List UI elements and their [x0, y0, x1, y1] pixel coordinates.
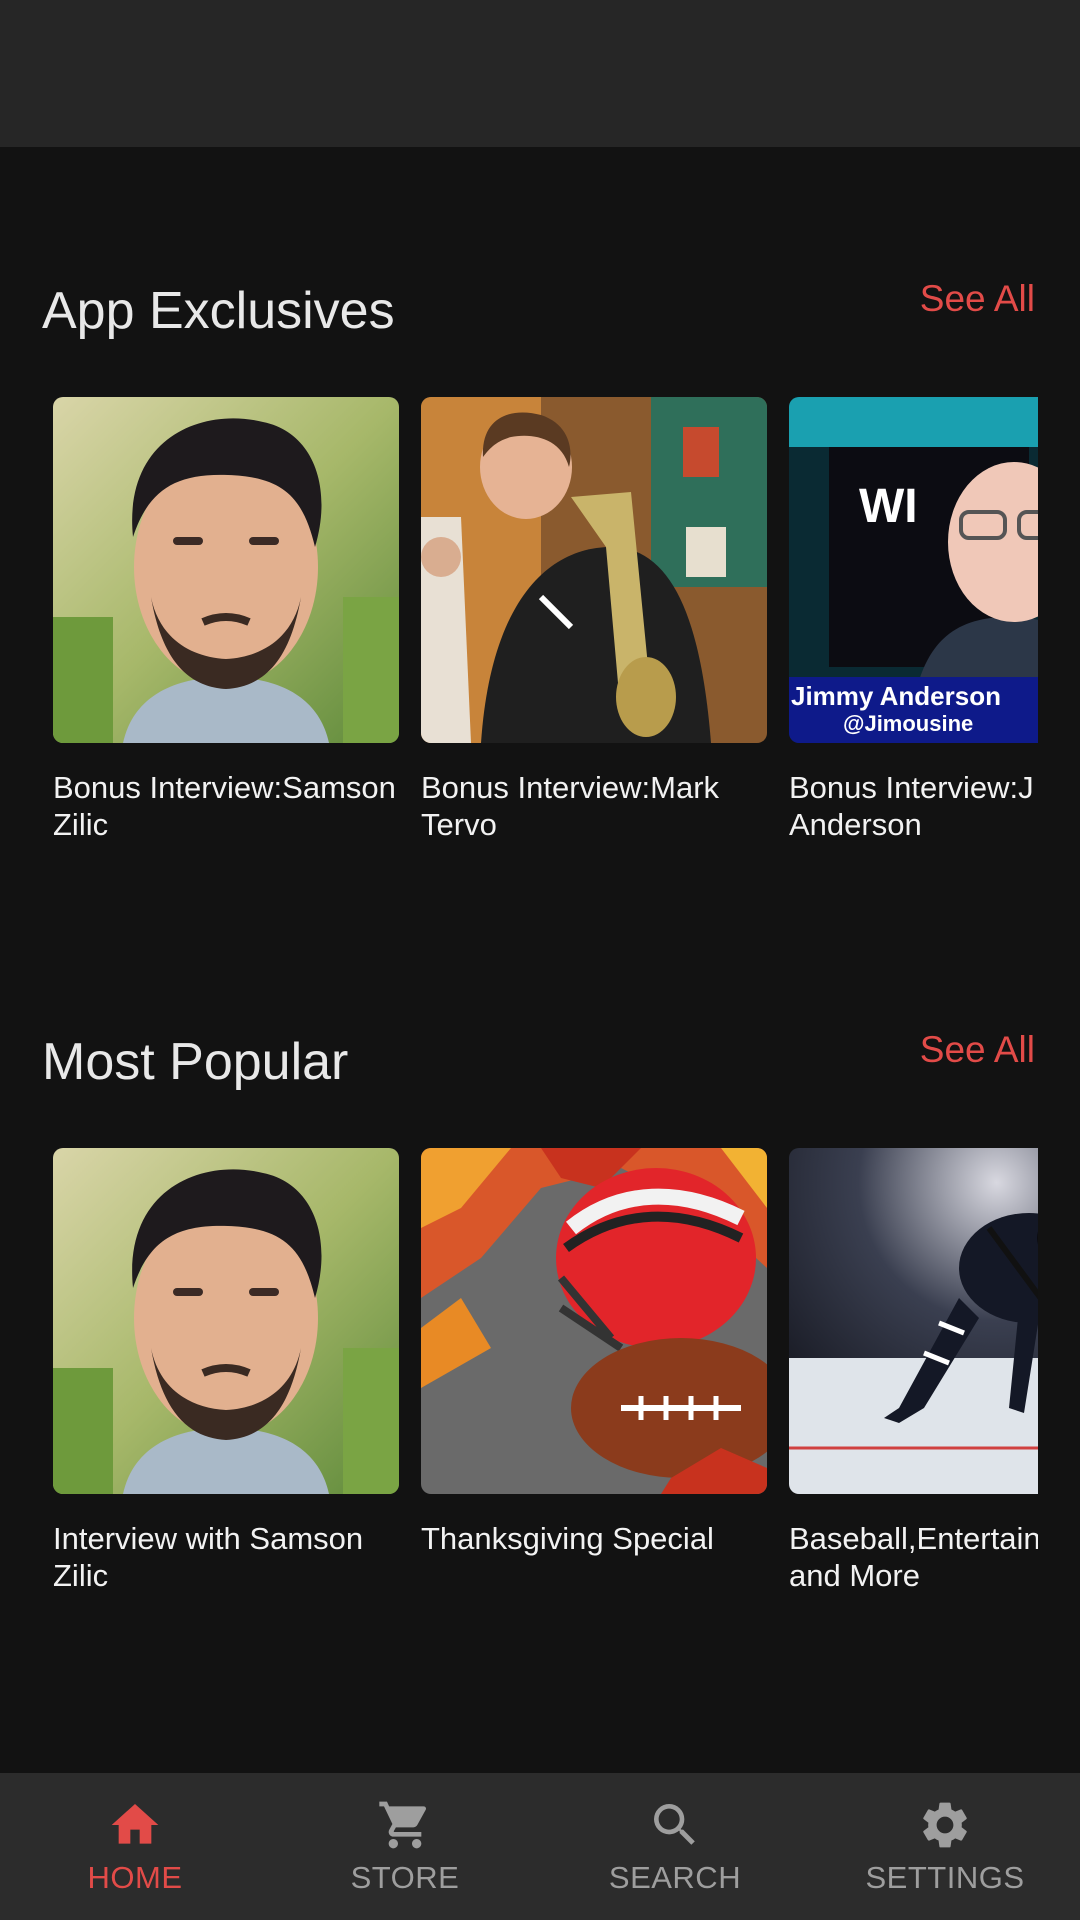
- svg-text:WI: WI: [859, 480, 918, 533]
- nav-settings-label: SETTINGS: [865, 1860, 1025, 1895]
- card-title: Bonus Interview:Samson Zilic: [53, 770, 396, 842]
- search-icon: [654, 1804, 695, 1845]
- thumbnail-image: WI Jimmy Anderson @Jimousine: [789, 397, 1038, 743]
- thumbnail-image: [789, 1148, 1038, 1494]
- gear-icon: [923, 1802, 967, 1848]
- nav-search-label: SEARCH: [608, 1860, 742, 1895]
- thumbnail-image: [53, 397, 399, 743]
- thumbnail-caption-handle: @Jimousine: [843, 711, 974, 736]
- nav-store-button[interactable]: STORE: [270, 1773, 540, 1920]
- video-card[interactable]: WI Jimmy Anderson @Jimousine Bonus Inter…: [789, 397, 1038, 843]
- bottom-navigation: HOME STORE SEARCH SETTINGS: [0, 1773, 1080, 1920]
- card-title: Bonus Interview:Mark Tervo: [421, 770, 720, 842]
- thumbnail-image: [421, 397, 767, 743]
- card-title: Thanksgiving Special: [421, 1521, 714, 1556]
- video-card[interactable]: Bonus Interview:Samson Zilic: [53, 397, 399, 843]
- card-title: Baseball,Entertainment and More: [789, 1521, 1038, 1593]
- nav-store-label: STORE: [350, 1860, 460, 1895]
- card-title: Bonus Interview:J Anderson: [789, 770, 1034, 842]
- most-popular-carousel[interactable]: Interview with Samson Zilic Thanksgiving…: [53, 1148, 1038, 1618]
- video-card[interactable]: Baseball,Entertainment and More: [789, 1148, 1038, 1594]
- home-icon: [111, 1804, 159, 1844]
- video-card[interactable]: Bonus Interview:Mark Tervo: [421, 397, 767, 843]
- cart-icon: [379, 1801, 427, 1849]
- nav-search-button[interactable]: SEARCH: [540, 1773, 810, 1920]
- section-title-most-popular: Most Popular: [42, 1033, 349, 1091]
- card-title: Interview with Samson Zilic: [53, 1521, 364, 1593]
- see-all-most-popular-link[interactable]: See All: [920, 1029, 1035, 1071]
- top-app-bar: [0, 0, 1080, 147]
- video-card[interactable]: Interview with Samson Zilic: [53, 1148, 399, 1594]
- nav-settings-button[interactable]: SETTINGS: [810, 1773, 1080, 1920]
- video-card[interactable]: Thanksgiving Special: [421, 1148, 767, 1557]
- section-title-app-exclusives: App Exclusives: [42, 282, 395, 340]
- thumbnail-image: [53, 1148, 399, 1494]
- thumbnail-image: [421, 1148, 767, 1494]
- nav-home-label: HOME: [87, 1860, 183, 1895]
- see-all-app-exclusives-link[interactable]: See All: [920, 278, 1035, 320]
- app-exclusives-carousel[interactable]: Bonus Interview:Samson Zilic Bonus Inter…: [53, 397, 1038, 867]
- thumbnail-caption-name: Jimmy Anderson: [791, 681, 1001, 711]
- nav-home-button[interactable]: HOME: [0, 1773, 270, 1920]
